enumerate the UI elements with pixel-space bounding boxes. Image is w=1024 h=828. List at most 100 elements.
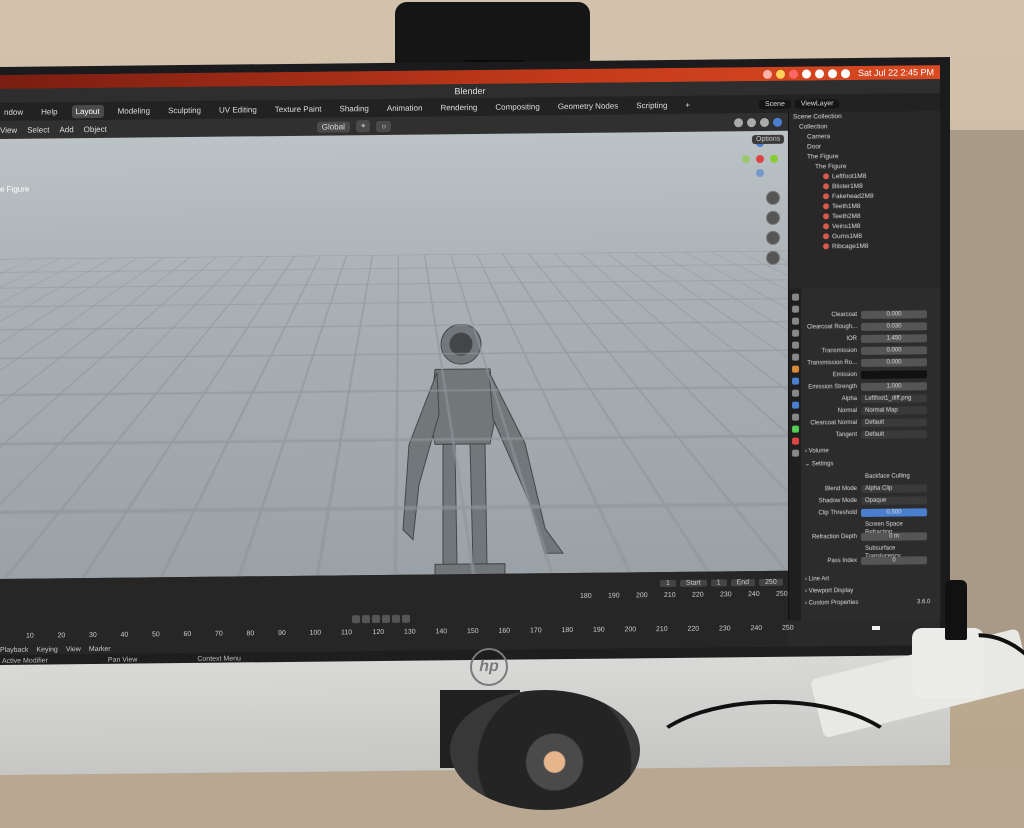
menu-select[interactable]: Select [27, 125, 49, 134]
view-layer-tab-icon[interactable] [792, 330, 799, 337]
pass-index-field[interactable]: 0 [861, 556, 927, 565]
outliner-row[interactable]: Gums1M8 [832, 233, 862, 240]
menubar-clock[interactable]: Sat Jul 22 2:45 PM [858, 67, 934, 78]
section-settings[interactable]: ⌄ Settings [805, 460, 833, 467]
prop-field[interactable]: Default [861, 418, 927, 427]
the-figure-model[interactable] [395, 323, 575, 579]
clip-threshold-slider[interactable]: 0.500 [861, 508, 927, 517]
section-volume[interactable]: › Volume [805, 448, 829, 454]
outliner-row[interactable]: Leftfoot1M8 [832, 173, 866, 180]
rendered-icon[interactable] [773, 117, 782, 126]
prop-field[interactable]: 0.000 [861, 310, 927, 319]
options-button[interactable]: Options [752, 135, 784, 144]
proportional-edit-icon[interactable]: ○ [376, 120, 391, 131]
prop-field[interactable]: 1.450 [861, 334, 927, 343]
play-icon[interactable] [382, 615, 390, 623]
tab-geometry-nodes[interactable]: Geometry Nodes [554, 99, 622, 113]
tick-label: 140 [436, 628, 448, 635]
output-tab-icon[interactable] [792, 318, 799, 325]
start-frame-field[interactable]: 1 [711, 579, 727, 586]
scene-field[interactable]: Scene [759, 99, 791, 108]
menu-help[interactable]: Help [37, 105, 61, 118]
menu-view[interactable]: View [0, 125, 17, 134]
prev-key-icon[interactable] [362, 615, 370, 623]
tick-label: 190 [593, 627, 605, 634]
material-preview-icon[interactable] [760, 117, 769, 126]
ssr-checkbox[interactable]: Screen Space Refraction [861, 520, 927, 529]
blend-mode-dropdown[interactable]: Alpha Clip [861, 484, 927, 493]
viewlayer-field[interactable]: ViewLayer [795, 99, 840, 108]
3d-viewport[interactable]: e Figure [0, 131, 788, 579]
menu-add[interactable]: Add [59, 125, 73, 134]
navigation-gizmo[interactable] [740, 139, 780, 179]
tab-scripting[interactable]: Scripting [632, 98, 671, 111]
snap-icon[interactable]: ⌖ [356, 120, 371, 132]
outliner-row[interactable]: Fakehead2M8 [832, 193, 874, 200]
section-viewport-display[interactable]: › Viewport Display [805, 588, 853, 595]
tick-label: 60 [184, 631, 192, 638]
section-custom-properties[interactable]: › Custom Properties [805, 600, 858, 607]
shadow-mode-dropdown[interactable]: Opaque [861, 496, 927, 505]
solid-icon[interactable] [747, 118, 756, 127]
refraction-depth-field[interactable]: 0 m [861, 532, 927, 541]
pan-hand-icon[interactable] [766, 211, 780, 225]
menu-object[interactable]: Object [84, 124, 107, 133]
physics-tab-icon[interactable] [792, 402, 799, 409]
outliner-row[interactable]: Blister1M8 [832, 183, 863, 190]
tab-rendering[interactable]: Rendering [436, 100, 481, 113]
tab-sculpting[interactable]: Sculpting [164, 103, 205, 116]
camera-view-icon[interactable] [766, 231, 780, 245]
prop-field[interactable]: Leftfoot1_diff.png [861, 394, 927, 403]
tick-label: 150 [467, 628, 479, 635]
outliner-row[interactable]: Teeth1M8 [832, 203, 861, 210]
tab-modeling[interactable]: Modeling [114, 104, 154, 117]
scene-tab-icon[interactable] [792, 342, 799, 349]
play-reverse-icon[interactable] [372, 615, 380, 623]
prop-label: Emission [833, 370, 857, 380]
tab-shading[interactable]: Shading [336, 102, 373, 115]
prop-field[interactable]: 0.000 [861, 346, 927, 355]
tab-texture-paint[interactable]: Texture Paint [271, 102, 326, 116]
zoom-icon[interactable] [766, 191, 780, 205]
prop-field[interactable]: 0.000 [861, 358, 927, 367]
data-tab-icon[interactable] [792, 426, 799, 433]
constraints-tab-icon[interactable] [792, 414, 799, 421]
tab-compositing[interactable]: Compositing [491, 100, 543, 114]
wireframe-icon[interactable] [734, 118, 743, 127]
texture-tab-icon[interactable] [792, 450, 799, 457]
outliner-row[interactable]: Ribcage1M8 [832, 243, 869, 250]
particles-tab-icon[interactable] [792, 390, 799, 397]
emission-color-swatch[interactable] [861, 370, 927, 379]
tick-label: 90 [278, 630, 286, 637]
modifier-tab-icon[interactable] [792, 378, 799, 385]
next-key-icon[interactable] [392, 615, 400, 623]
prop-label: IOR [846, 334, 857, 344]
outliner-row[interactable]: Veins1M8 [832, 223, 861, 230]
tab-animation[interactable]: Animation [383, 101, 427, 114]
prop-field[interactable]: Default [861, 430, 927, 439]
version-label: 3.6.0 [917, 599, 930, 605]
prop-field[interactable]: Normal Map [861, 406, 927, 415]
tab-uv-editing[interactable]: UV Editing [215, 103, 261, 116]
object-tab-icon[interactable] [792, 366, 799, 373]
add-workspace-button[interactable]: + [681, 98, 694, 111]
menu-playback[interactable]: Playback [0, 647, 28, 654]
end-frame-field[interactable]: 250 [759, 579, 783, 586]
section-line-art[interactable]: › Line Art [805, 576, 829, 582]
jump-end-icon[interactable] [402, 615, 410, 623]
backface-culling-checkbox[interactable]: Backface Culling [861, 472, 927, 481]
render-tab-icon[interactable] [792, 306, 799, 313]
world-tab-icon[interactable] [792, 354, 799, 361]
tool-tab-icon[interactable] [792, 294, 799, 301]
tab-layout[interactable]: Layout [72, 104, 104, 117]
sss-checkbox[interactable]: Subsurface Translucency [861, 544, 927, 553]
jump-start-icon[interactable] [352, 615, 360, 623]
prop-field[interactable]: 0.030 [861, 322, 927, 331]
transform-orientation-dropdown[interactable]: Global [317, 121, 350, 132]
current-frame-field[interactable]: 1 [660, 580, 676, 587]
material-tab-icon[interactable] [792, 438, 799, 445]
prop-field[interactable]: 1.000 [861, 382, 927, 391]
outliner-row[interactable]: Teeth2M8 [832, 213, 861, 220]
ortho-grid-icon[interactable] [766, 251, 780, 265]
menu-window[interactable]: ndow [0, 105, 27, 118]
